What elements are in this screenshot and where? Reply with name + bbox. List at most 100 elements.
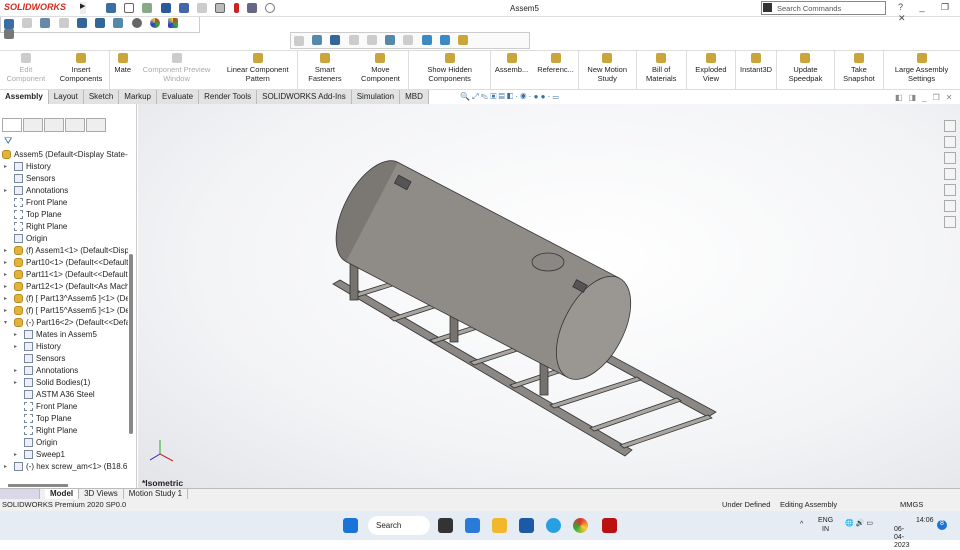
expand-arrow-icon[interactable]: ▸ [14,449,20,461]
units-selector[interactable]: MMGS [900,499,923,511]
task-view-icon[interactable] [438,518,453,533]
tree-vertical-scrollbar[interactable] [129,254,133,434]
tree-item[interactable]: ▸ Sweep1 [0,449,128,461]
command-new-motion-study[interactable]: New Motion Study [579,51,637,89]
tree-item[interactable]: ▸ (f) [ Part15^Assem5 ]<1> (Def [0,305,128,317]
toolbar-icon[interactable] [385,34,396,45]
command-assemb[interactable]: Assemb... [491,51,533,89]
viewport-controls[interactable]: ◧◨_❐✕ [895,93,958,102]
hide-show-icon[interactable] [113,18,124,28]
toolbar-icon[interactable] [366,34,377,45]
toolbar-icon[interactable] [421,34,432,45]
view-orientation-icon[interactable] [76,18,87,28]
tab-assembly[interactable]: Assembly [0,90,49,104]
view-settings-icon[interactable] [131,18,142,28]
new-document-icon[interactable] [124,3,135,13]
appearances-icon[interactable] [944,200,956,212]
command-smart-fasteners[interactable]: Smart Fasteners [298,51,352,89]
rebuild-icon[interactable] [233,3,239,13]
tab-evaluate[interactable]: Evaluate [156,90,200,104]
tab-render-tools[interactable]: Render Tools [199,90,258,104]
tab-mbd[interactable]: MBD [400,90,429,104]
search-commands-input[interactable]: Search Commands [761,1,886,15]
tree-item[interactable]: ▸ History [0,161,128,173]
tree-item[interactable]: ▸ Part11<1> (Default<<Default: [0,269,128,281]
tab-simulation[interactable]: Simulation [351,90,401,104]
command-edit-component[interactable]: Edit Component [0,51,53,89]
tree-item[interactable]: Front Plane [0,401,128,413]
tree-item[interactable]: ▾ (-) Part16<2> (Default<<Defa [0,317,128,329]
filter-icon[interactable]: ⛛ [4,136,12,147]
solidworks-logo[interactable]: SOLIDWORKS [4,2,66,12]
command-bill-of-materials[interactable]: Bill of Materials [637,51,687,89]
show-hidden-icons[interactable]: ^ [800,521,803,529]
taskbar-search[interactable]: Search [368,516,430,535]
command-referenc[interactable]: Referenc... [533,51,579,89]
expand-arrow-icon[interactable]: ▸ [4,293,10,305]
tab-scroll-arrows[interactable] [0,489,40,499]
tree-item[interactable]: ▸ Part10<1> (Default<<Default: [0,257,128,269]
expand-arrow-icon[interactable]: ▸ [4,305,10,317]
tree-item[interactable]: Right Plane [0,221,128,233]
file-explorer-icon[interactable] [492,518,507,533]
clock-date[interactable]: 06-04-2023 [894,526,910,550]
command-show-hidden-components[interactable]: Show Hidden Components [409,51,491,89]
expand-arrow-icon[interactable]: ▸ [14,329,20,341]
select-icon[interactable] [215,3,226,13]
tab-sketch[interactable]: Sketch [83,90,120,104]
undo-icon[interactable] [197,3,208,13]
previous-view-icon[interactable] [40,18,51,28]
tree-item[interactable]: ▸ Annotations [0,365,128,377]
command-large-assembly-settings[interactable]: Large Assembly Settings [884,51,960,89]
file-properties-icon[interactable] [246,3,257,13]
language-region[interactable]: IN [822,526,829,534]
toolbar-icon[interactable] [348,34,359,45]
tree-item[interactable]: ▸ History [0,341,128,353]
bottom-tab-3d-views[interactable]: 3D Views [79,489,124,499]
notification-badge[interactable]: 8 [937,520,947,530]
windows-start-icon[interactable] [343,518,358,533]
appearance-icon[interactable] [149,18,160,28]
tree-item[interactable]: ▸ Annotations [0,185,128,197]
toolbar-icon[interactable] [312,34,323,45]
widgets-icon[interactable] [465,518,480,533]
dimxpert-tab[interactable] [65,118,85,132]
view-palette-icon[interactable] [944,184,956,196]
expand-arrow-icon[interactable]: ▸ [4,185,10,197]
command-exploded-view[interactable]: Exploded View [687,51,736,89]
zoom-area-icon[interactable] [22,18,33,28]
expand-arrow-icon[interactable]: ▸ [14,377,20,389]
tree-item[interactable]: ASTM A36 Steel [0,389,128,401]
save-icon[interactable] [160,3,171,13]
feature-manager-tab[interactable] [2,118,22,132]
instant3d-icon[interactable] [458,34,469,45]
toolbar-icon[interactable] [403,34,414,45]
home-icon[interactable] [106,3,116,13]
home-icon[interactable] [944,120,956,132]
zoom-icon[interactable] [4,19,14,29]
print-icon[interactable] [178,3,189,13]
tree-item[interactable]: Origin [0,437,128,449]
section-view-icon[interactable] [58,18,69,28]
resources-icon[interactable] [944,136,956,148]
window-controls[interactable]: ? _ ❐ ✕ [898,2,960,24]
clock-time[interactable]: 14:06 [916,517,934,525]
bottom-tab-motion-study-1[interactable]: Motion Study 1 [124,489,189,499]
command-insert-components[interactable]: Insert Components [53,51,111,89]
edge-icon[interactable] [546,518,561,533]
command-linear-component-pattern[interactable]: Linear Component Pattern [218,51,299,89]
scene-icon[interactable] [168,18,179,28]
tree-item[interactable]: ▸ Mates in Assem5 [0,329,128,341]
expand-arrow-icon[interactable]: ▸ [4,281,10,293]
tree-item[interactable]: ▸ Part12<1> (Default<As Machi [0,281,128,293]
tree-item[interactable]: Sensors [0,173,128,185]
property-manager-tab[interactable] [23,118,43,132]
command-take-snapshot[interactable]: Take Snapshot [835,51,885,89]
tree-item[interactable]: Right Plane [0,425,128,437]
tab-layout[interactable]: Layout [48,90,84,104]
expand-arrow-icon[interactable]: ▸ [14,341,20,353]
options-gear-icon[interactable] [265,3,276,13]
command-move-component[interactable]: Move Component [352,51,410,89]
display-manager-tab[interactable] [86,118,106,132]
tree-item[interactable]: ▸ (-) hex screw_am<1> (B18.6.7M [0,461,128,473]
